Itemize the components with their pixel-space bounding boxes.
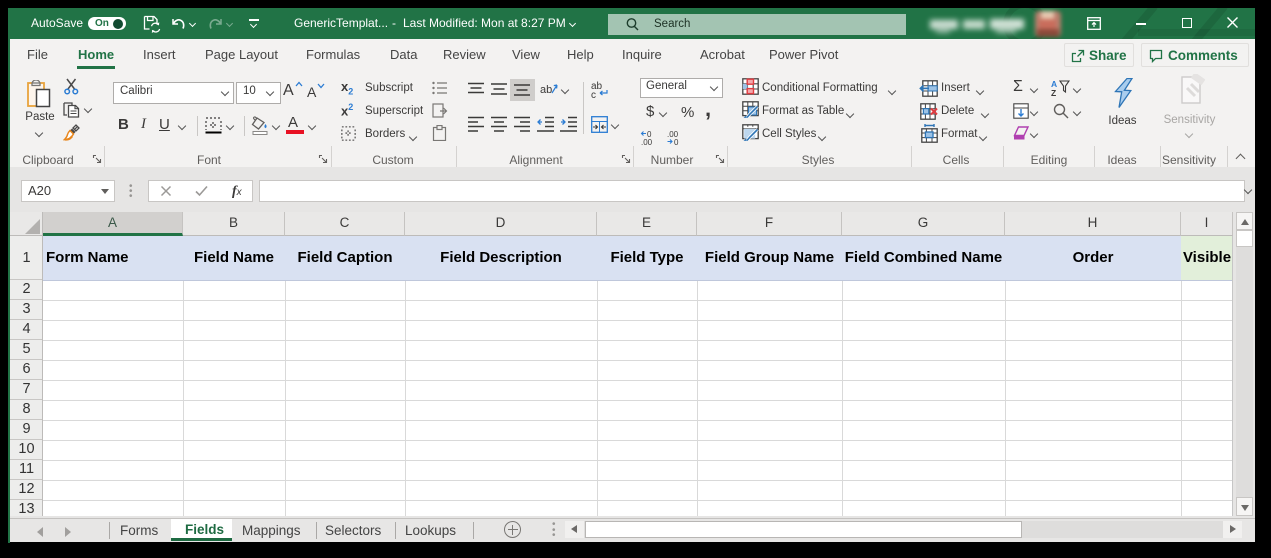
svg-text:ab: ab — [540, 84, 552, 96]
svg-text:0: 0 — [674, 138, 679, 146]
svg-text:c: c — [591, 90, 596, 99]
svg-text:Z: Z — [1051, 88, 1056, 97]
svg-text:.00: .00 — [641, 138, 653, 146]
